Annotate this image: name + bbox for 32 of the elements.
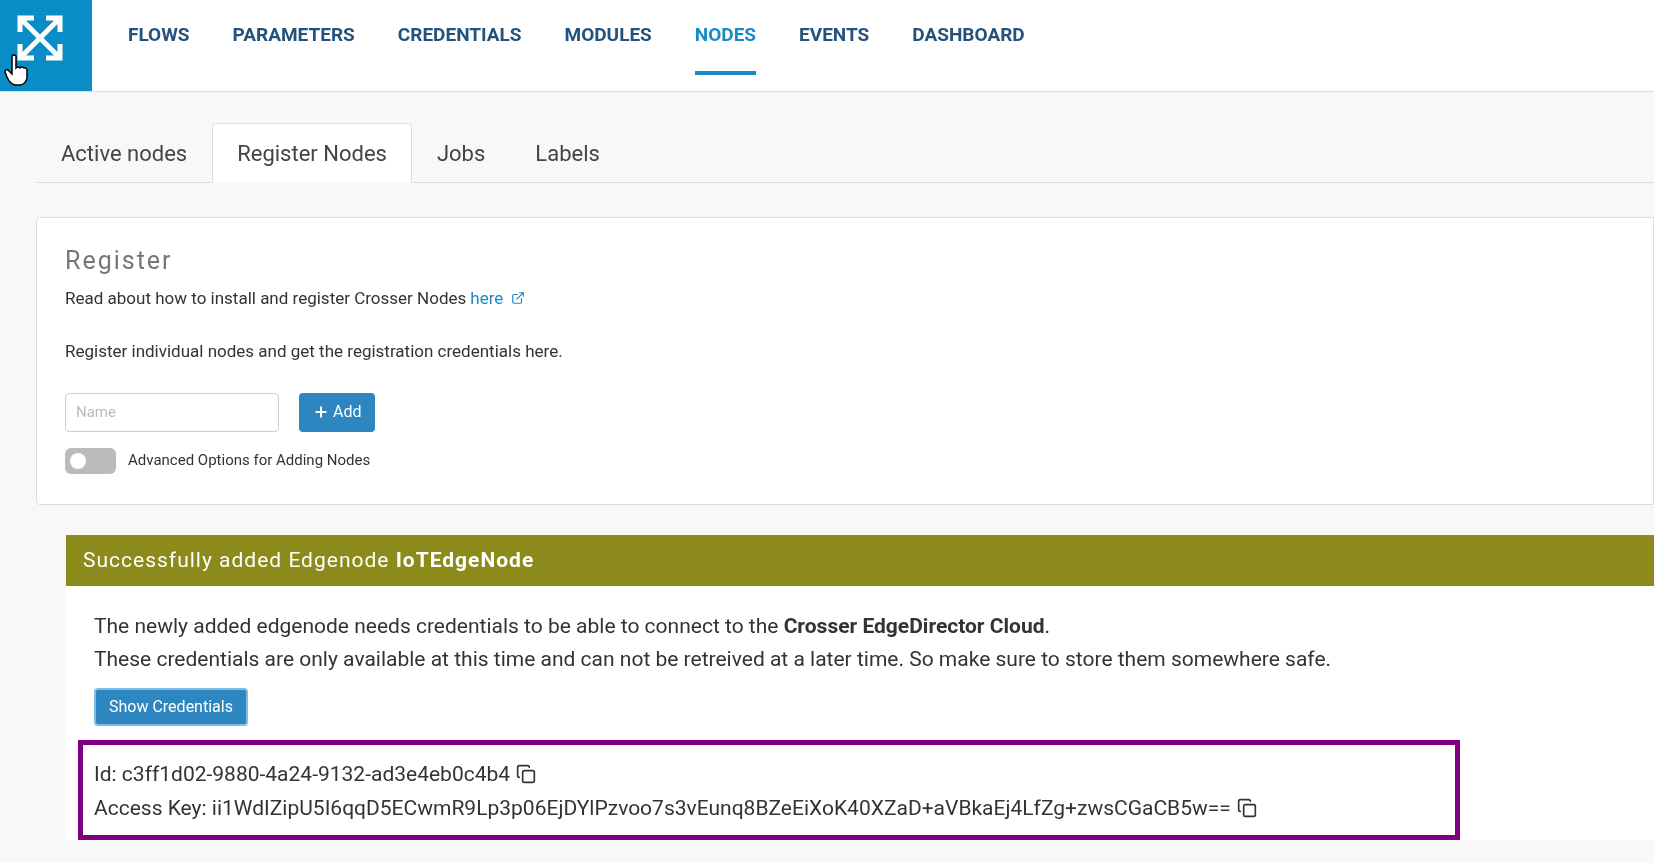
message-text: The newly added edgenode needs credentials to be able to connect to the Crosser EdgeDirector Cloud. xyxy=(94,613,1052,640)
external-link-icon xyxy=(511,291,526,306)
credential-text: Access Key: ii1WdIZipU5I6qqD5ECwmR9Lp3p06EjDYlPzvoo7s3vEunq8BZeEiXoK40XZaD+aVBkaEj4LfZg+zwsCGaCB5w== xyxy=(94,795,1231,822)
hand-pointer-icon xyxy=(4,54,28,86)
here-link[interactable]: here xyxy=(470,285,504,311)
copy-icon[interactable] xyxy=(1236,798,1257,818)
tab[interactable]: Jobs xyxy=(411,123,511,183)
nav-link[interactable]: EVENTS xyxy=(799,0,870,75)
show-credentials-button[interactable]: Show Credentials xyxy=(94,688,248,726)
nav-link[interactable]: FLOWS xyxy=(128,0,190,75)
tab[interactable]: Labels xyxy=(510,123,625,183)
tab[interactable]: Active nodes xyxy=(36,123,213,183)
nav-link[interactable]: CREDENTIALS xyxy=(397,0,522,75)
description-text: Register individual nodes and get the registration credentials here. xyxy=(65,340,564,363)
toggle-label: Advanced Options for Adding Nodes xyxy=(128,450,371,472)
name-input-field[interactable]: Name xyxy=(65,392,279,432)
panel-title: Register xyxy=(65,245,174,277)
message-text: These credentials are only available at this time and can not be retreived at a later time. So make sure to store them somewhere safe. xyxy=(94,646,1333,673)
nav-link[interactable]: PARAMETERS xyxy=(232,0,355,75)
app-logo[interactable] xyxy=(0,0,92,91)
nav-link[interactable]: DASHBOARD xyxy=(912,0,1025,75)
expand-arrows-icon xyxy=(16,13,64,62)
plus-icon xyxy=(313,404,329,420)
copy-icon[interactable] xyxy=(516,764,537,784)
nav-link[interactable]: MODULES xyxy=(564,0,652,75)
success-header: Successfully added Edgenode IoTEdgeNode xyxy=(66,535,1654,586)
add-button[interactable]: Add xyxy=(299,392,376,432)
nav-link[interactable]: NODES xyxy=(694,0,757,75)
toggle-switch[interactable] xyxy=(65,447,116,474)
tab[interactable]: Register Nodes xyxy=(212,123,412,183)
intro-text: Read about how to install and register Crosser Nodes xyxy=(65,286,467,310)
credential-text: Id: c3ff1d02-9880-4a24-9132-ad3e4eb0c4b4 xyxy=(94,761,511,788)
